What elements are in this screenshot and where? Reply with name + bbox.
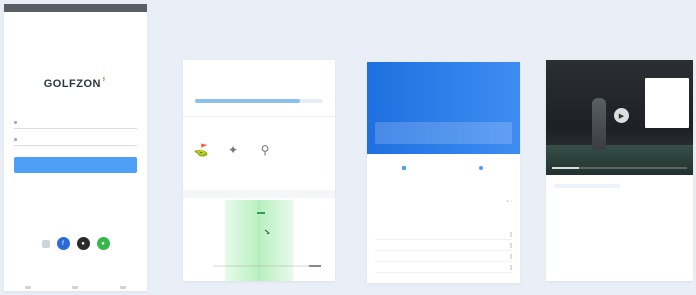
lock-icon: [14, 138, 17, 141]
report-screen: ▴ ›: [367, 62, 520, 283]
list-item[interactable]: [375, 262, 512, 273]
system-nav-bar: [4, 283, 147, 291]
chevron-right-icon[interactable]: ›: [511, 198, 512, 203]
tool-swing[interactable]: ✦: [223, 143, 243, 157]
recents-icon[interactable]: [120, 285, 127, 289]
report-tabs: [367, 166, 520, 170]
tab-first[interactable]: [402, 166, 408, 170]
progress-fill: [195, 99, 300, 103]
settings-icon[interactable]: [41, 239, 50, 248]
summary-stats: [183, 70, 335, 72]
password-field[interactable]: [14, 135, 137, 146]
progress-bar: [195, 99, 323, 103]
summary-row: ▴ ›: [375, 198, 512, 203]
video-progress-fill: [552, 167, 579, 169]
facebook-icon[interactable]: f: [56, 237, 70, 250]
list-item-bar: [510, 253, 512, 259]
swing-icon: ✦: [227, 143, 239, 157]
status-bar: [4, 4, 147, 12]
tab-icon: [478, 166, 483, 170]
tool-tee[interactable]: ⚲: [255, 143, 275, 157]
list-item-bar: [510, 242, 512, 248]
user-icon: [14, 121, 17, 124]
logo-text: GOLFZON: [43, 78, 101, 90]
club-icon: ⛳: [193, 143, 209, 157]
list-item[interactable]: [375, 229, 512, 240]
target-marker: [257, 212, 265, 214]
stats-screen: ⛳ ✦ ⚲: [183, 60, 335, 281]
view-switch: [554, 184, 685, 188]
logo-swoosh-icon: ⸯ: [101, 79, 108, 90]
chart-header: [183, 190, 335, 198]
header-stats: [375, 122, 512, 144]
table-row: [554, 220, 687, 232]
divider: [183, 116, 335, 117]
tool-row: ⛳ ✦ ⚲: [191, 143, 275, 157]
username-field[interactable]: [14, 118, 137, 129]
play-icon[interactable]: ▶: [614, 108, 629, 123]
table-row: [554, 244, 687, 256]
table-row: [554, 208, 687, 220]
golfer-figure: [592, 98, 606, 150]
report-header: [367, 62, 520, 154]
shot-dispersion-chart: [183, 200, 335, 281]
video-progress[interactable]: [552, 167, 687, 169]
list-item[interactable]: [375, 240, 512, 251]
chevron-up-icon[interactable]: ▴: [507, 198, 509, 203]
tab-icon: [402, 166, 407, 170]
shot-table: [554, 208, 687, 256]
detail-list: [375, 226, 512, 273]
wechat-icon[interactable]: ●: [96, 237, 110, 250]
social-login-row: f ● ●: [4, 237, 147, 250]
list-item-bar: [510, 231, 512, 237]
swing-video[interactable]: ▶: [546, 60, 693, 175]
apple-icon[interactable]: ●: [76, 237, 90, 250]
baseline-marker: [309, 265, 321, 267]
tee-icon: ⚲: [260, 143, 270, 157]
swing-video-screen: ▶: [546, 60, 693, 281]
app-logo: GOLFZONⸯ: [4, 76, 147, 90]
table-row: [554, 232, 687, 244]
chart-svg: [213, 200, 321, 281]
list-item-bar: [510, 264, 512, 270]
login-screen: GOLFZONⸯ f ● ●: [4, 4, 147, 291]
video-ground: [546, 145, 693, 175]
seg-option[interactable]: [554, 184, 620, 188]
login-button[interactable]: [14, 157, 137, 173]
video-stats-panel: [645, 78, 689, 128]
pager: ▴ ›: [507, 198, 512, 203]
home-icon[interactable]: [72, 285, 79, 289]
progress-row: [191, 98, 327, 104]
back-icon[interactable]: [24, 285, 31, 289]
seg-option[interactable]: [620, 184, 686, 188]
tool-club[interactable]: ⛳: [191, 143, 211, 157]
tab-second[interactable]: [478, 166, 485, 170]
panel-line: [645, 84, 689, 87]
list-item[interactable]: [375, 251, 512, 262]
